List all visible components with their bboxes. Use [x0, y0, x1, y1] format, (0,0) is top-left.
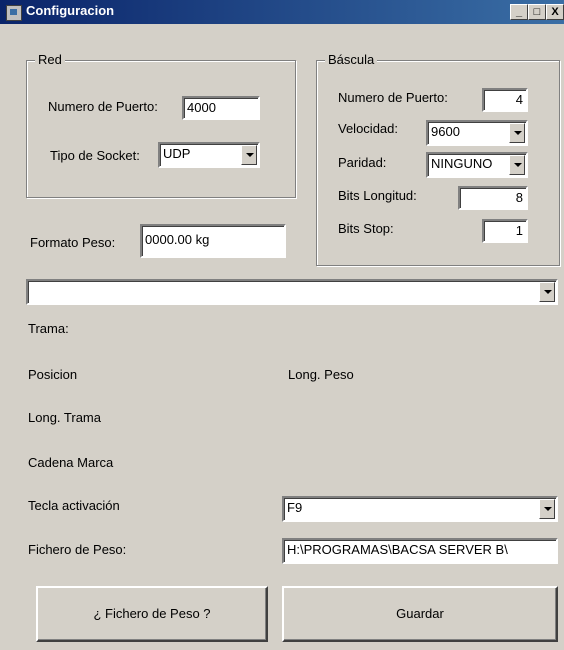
- posicion-label: Posicion: [28, 367, 78, 382]
- tecla-activacion-value: F9: [287, 500, 303, 515]
- long-peso-label: Long. Peso: [288, 367, 354, 382]
- tecla-activacion-label: Tecla activación: [28, 498, 120, 513]
- bascula-puerto-input[interactable]: 4: [482, 88, 528, 112]
- chevron-down-icon[interactable]: [241, 145, 257, 165]
- window-title: Configuracion: [26, 3, 115, 18]
- maximize-button[interactable]: □: [528, 4, 546, 20]
- paridad-select[interactable]: NINGUNO: [426, 152, 528, 178]
- formato-peso-input[interactable]: 0000.00 kg: [140, 224, 286, 258]
- socket-type-value: UDP: [163, 146, 191, 161]
- trama-label: Trama:: [28, 321, 69, 336]
- long-trama-label: Long. Trama: [28, 410, 101, 425]
- bits-longitud-value: 8: [515, 190, 523, 205]
- red-puerto-label: Numero de Puerto:: [48, 99, 158, 114]
- chevron-down-icon[interactable]: [539, 282, 555, 302]
- close-button[interactable]: X: [546, 4, 564, 20]
- tecla-activacion-select[interactable]: F9: [282, 496, 558, 522]
- chevron-down-icon[interactable]: [539, 499, 555, 519]
- socket-type-select[interactable]: UDP: [158, 142, 260, 168]
- guardar-button[interactable]: Guardar: [282, 586, 558, 642]
- velocidad-label: Velocidad:: [338, 121, 398, 136]
- bascula-legend: Báscula: [325, 52, 378, 67]
- red-puerto-input[interactable]: 4000: [182, 96, 260, 120]
- bits-stop-label: Bits Stop:: [338, 221, 394, 236]
- bits-longitud-label: Bits Longitud:: [338, 188, 417, 203]
- fichero-peso-button[interactable]: ¿ Fichero de Peso ?: [36, 586, 268, 642]
- velocidad-select[interactable]: 9600: [426, 120, 528, 146]
- chevron-down-icon[interactable]: [509, 123, 525, 143]
- cadena-marca-label: Cadena Marca: [28, 455, 114, 470]
- formato-peso-label: Formato Peso:: [30, 235, 116, 250]
- fichero-peso-label: Fichero de Peso:: [28, 542, 127, 557]
- fichero-peso-input[interactable]: H:\PROGRAMAS\BACSA SERVER B\: [282, 538, 558, 564]
- socket-type-label: Tipo de Socket:: [50, 148, 140, 163]
- paridad-label: Paridad:: [338, 155, 387, 170]
- chevron-down-icon[interactable]: [509, 155, 525, 175]
- red-legend: Red: [35, 52, 65, 67]
- paridad-value: NINGUNO: [431, 156, 493, 171]
- main-select[interactable]: [26, 279, 558, 305]
- bascula-puerto-label: Numero de Puerto:: [338, 90, 448, 105]
- app-icon: [6, 5, 22, 21]
- velocidad-value: 9600: [431, 124, 460, 139]
- bits-longitud-input[interactable]: 8: [458, 186, 528, 210]
- red-group: Red: [26, 52, 296, 198]
- title-bar: Configuracion _ □ X: [0, 0, 564, 24]
- minimize-button[interactable]: _: [510, 4, 528, 20]
- bits-stop-input[interactable]: 1: [482, 219, 528, 243]
